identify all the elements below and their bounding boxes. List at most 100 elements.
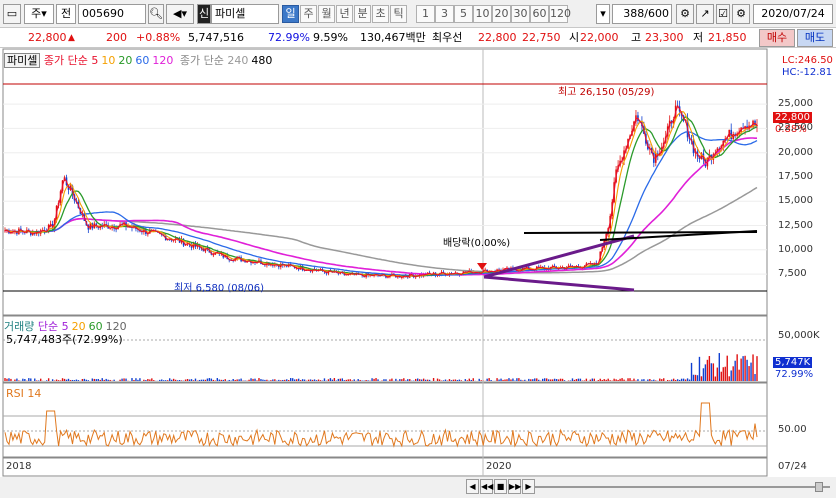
volume-bar	[284, 379, 286, 381]
volume-bar	[466, 380, 469, 381]
volume-bar	[708, 356, 711, 381]
volume-bar	[599, 378, 601, 381]
dividend-annotation: 배당락(0.00%)	[443, 238, 511, 249]
volume-bar	[557, 379, 560, 381]
hc-label: HC:-12.81	[782, 67, 833, 78]
volume-bar	[301, 379, 304, 381]
volume-bar	[468, 378, 470, 381]
volume-bar	[71, 379, 74, 381]
volume-bar	[458, 379, 461, 381]
volume-bar	[752, 354, 754, 381]
volume-bar	[401, 379, 403, 381]
volume-bar	[500, 378, 502, 381]
volume-bar	[696, 375, 699, 381]
volume-bar	[133, 380, 135, 381]
volume-bar	[690, 362, 693, 381]
scroll-control-4[interactable]: ▶	[522, 479, 535, 494]
volume-bar	[585, 378, 588, 381]
volume-bar	[232, 378, 234, 381]
volume-bar	[186, 379, 189, 381]
volume-bar	[688, 379, 691, 381]
volume-bar	[601, 379, 603, 381]
legend-long: 종가 단순	[179, 54, 224, 67]
ma-legend-5: 5	[91, 54, 99, 67]
volume-bar	[170, 379, 173, 381]
volume-bar	[297, 378, 300, 381]
volume-bar	[10, 378, 12, 381]
volume-bar	[260, 379, 262, 381]
volume-bar	[734, 360, 736, 381]
volume-bar	[395, 378, 397, 381]
volume-bar	[228, 379, 230, 381]
scroll-control-1[interactable]: ◀◀	[480, 479, 493, 494]
zoom-slider[interactable]	[535, 481, 830, 493]
volume-bar	[123, 378, 125, 381]
volume-bar	[480, 380, 482, 381]
volume-bar	[97, 378, 99, 381]
time-label-right: 07/24	[778, 461, 807, 472]
volume-bar	[292, 378, 294, 381]
volume-bar	[591, 378, 594, 381]
price-y-tick-0: 25,000	[778, 98, 813, 110]
volume-bar	[87, 380, 90, 381]
volume-bar	[569, 380, 572, 381]
volume-bar	[295, 379, 298, 381]
volume-bar	[216, 378, 219, 381]
volume-bar	[85, 379, 88, 381]
volume-bar	[63, 378, 66, 381]
volume-bar	[637, 379, 639, 381]
scroll-control-3[interactable]: ▶▶	[508, 479, 521, 494]
volume-bar	[530, 379, 532, 381]
volume-bar	[561, 378, 564, 381]
volume-bar	[698, 356, 701, 381]
volume-bar	[119, 379, 121, 381]
volume-bar	[589, 379, 592, 381]
volume-bar	[653, 379, 655, 381]
volume-bar	[704, 364, 707, 381]
scroll-control-0[interactable]: ◀	[466, 479, 479, 494]
volume-bar	[528, 378, 530, 381]
volume-bar	[125, 378, 127, 381]
volume-bar	[222, 379, 224, 381]
price-tab[interactable]: 파미셀	[4, 53, 41, 68]
volume-bar	[194, 378, 197, 381]
volume-bar	[460, 380, 463, 381]
volume-bar	[254, 378, 256, 381]
volume-bar	[121, 378, 123, 381]
volume-bar	[464, 379, 467, 381]
volume-bar	[732, 366, 734, 381]
volume-bar	[59, 380, 62, 381]
volume-bar	[153, 380, 155, 381]
volume-bar	[131, 378, 133, 381]
volume-bar	[605, 379, 607, 381]
ma-legend: 5 10 20 60 120	[91, 54, 176, 67]
volume-bar	[724, 366, 726, 381]
volume-bar	[607, 378, 609, 381]
volume-bar	[93, 378, 95, 381]
ma-legend-60: 60	[135, 54, 150, 67]
scroll-control-2[interactable]: ■	[494, 479, 507, 494]
volume-bar	[736, 354, 738, 381]
volume-bar	[670, 379, 673, 381]
chart-area[interactable]	[0, 0, 836, 498]
volume-bar	[746, 359, 748, 381]
volume-bar	[4, 378, 6, 381]
price-y-tick-5: 12,500	[778, 219, 813, 231]
volume-bar	[274, 379, 276, 381]
volume-bar	[331, 379, 334, 381]
volume-bar	[450, 380, 453, 381]
time-axis-frame	[2, 457, 768, 477]
volume-bar	[722, 367, 724, 381]
volume-bar	[262, 379, 264, 381]
zoom-slider-thumb[interactable]	[815, 482, 823, 492]
volume-bar	[563, 380, 566, 381]
volume-bar	[359, 379, 361, 381]
volume-bar	[684, 379, 687, 381]
volume-bar	[81, 378, 84, 381]
volume-bar	[341, 378, 344, 381]
volume-bar	[448, 379, 451, 381]
volume-bar	[248, 379, 250, 381]
volume-bar	[742, 356, 744, 381]
volume-bar	[676, 379, 679, 381]
volume-bar	[349, 379, 351, 381]
